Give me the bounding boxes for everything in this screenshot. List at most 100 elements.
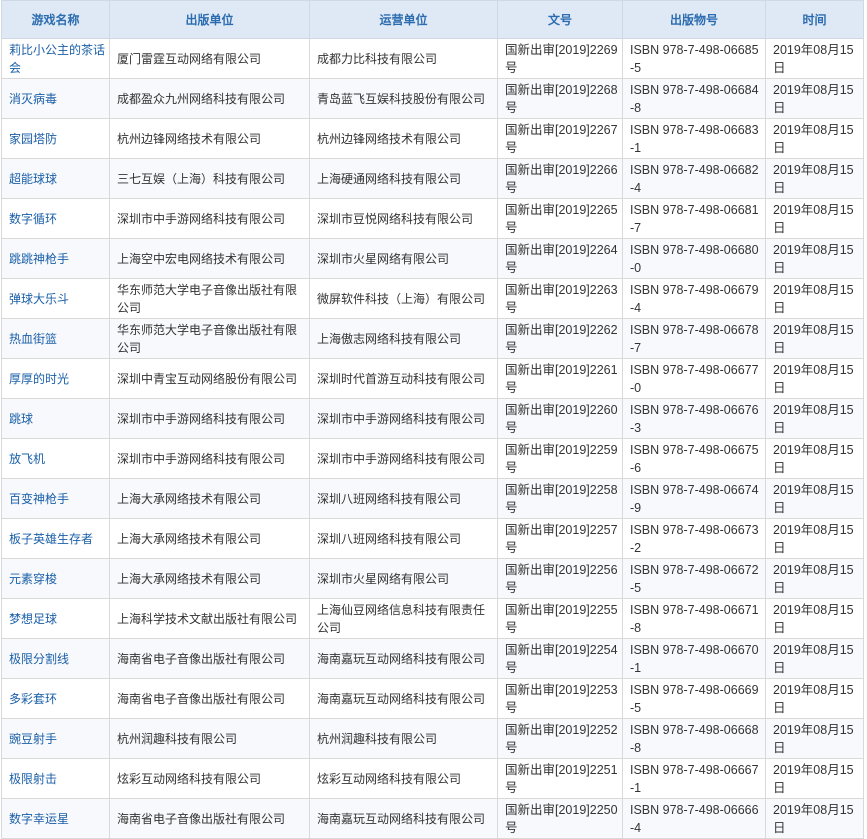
table-row: 家园塔防 杭州边锋网络技术有限公司 杭州边锋网络技术有限公司 国新出审[2019]22… bbox=[1, 118, 864, 159]
game-name-cell[interactable]: 弹球大乐斗 bbox=[1, 278, 110, 319]
game-name-cell[interactable]: 数字循环 bbox=[1, 198, 110, 239]
date-cell: 2019年08月15日 bbox=[765, 478, 864, 519]
game-name-cell[interactable]: 极限射击 bbox=[1, 758, 110, 799]
isbn-cell: ISBN 978-7-498-06680-0 bbox=[622, 238, 766, 279]
approval-number-cell: 国新出审[2019]2265号 bbox=[497, 198, 623, 239]
table-row: 数字循环 深圳市中手游网络科技有限公司 深圳市豆悦网络科技有限公司 国新出审[2019… bbox=[1, 198, 864, 239]
publisher-cell: 炫彩互动网络科技有限公司 bbox=[109, 758, 310, 799]
isbn-cell: ISBN 978-7-498-06681-7 bbox=[622, 198, 766, 239]
header-operator: 运营单位 bbox=[309, 0, 498, 39]
operator-cell: 上海傲志网络科技有限公司 bbox=[309, 318, 498, 359]
date-cell: 2019年08月15日 bbox=[765, 638, 864, 679]
game-name-cell[interactable]: 元素穿梭 bbox=[1, 558, 110, 599]
publisher-cell: 上海大承网络技术有限公司 bbox=[109, 518, 310, 559]
approval-number-cell: 国新出审[2019]2256号 bbox=[497, 558, 623, 599]
isbn-cell: ISBN 978-7-498-06674-9 bbox=[622, 478, 766, 519]
operator-cell: 成都力比科技有限公司 bbox=[309, 38, 498, 79]
isbn-cell: ISBN 978-7-498-06677-0 bbox=[622, 358, 766, 399]
operator-cell: 深圳市豆悦网络科技有限公司 bbox=[309, 198, 498, 239]
publisher-cell: 成都盈众九州网络科技有限公司 bbox=[109, 78, 310, 119]
operator-cell: 杭州边锋网络技术有限公司 bbox=[309, 118, 498, 159]
isbn-cell: ISBN 978-7-498-06683-1 bbox=[622, 118, 766, 159]
operator-cell: 青岛蓝飞互娱科技股份有限公司 bbox=[309, 78, 498, 119]
table-row: 超能球球 三七互娱（上海）科技有限公司 上海硬通网络科技有限公司 国新出审[2019]… bbox=[1, 158, 864, 199]
approval-number-cell: 国新出审[2019]2251号 bbox=[497, 758, 623, 799]
game-name-cell[interactable]: 跳球 bbox=[1, 398, 110, 439]
operator-cell: 深圳时代首游互动科技有限公司 bbox=[309, 358, 498, 399]
publisher-cell: 深圳中青宝互动网络股份有限公司 bbox=[109, 358, 310, 399]
game-name-cell[interactable]: 板子英雄生存者 bbox=[1, 518, 110, 559]
date-cell: 2019年08月15日 bbox=[765, 278, 864, 319]
date-cell: 2019年08月15日 bbox=[765, 238, 864, 279]
game-name-cell[interactable]: 百变神枪手 bbox=[1, 478, 110, 519]
isbn-cell: ISBN 978-7-498-06679-4 bbox=[622, 278, 766, 319]
date-cell: 2019年08月15日 bbox=[765, 598, 864, 639]
publisher-cell: 三七互娱（上海）科技有限公司 bbox=[109, 158, 310, 199]
table-row: 数字幸运星 海南省电子音像出版社有限公司 海南嘉玩互动网络科技有限公司 国新出审[20… bbox=[1, 798, 864, 839]
publisher-cell: 上海科学技术文献出版社有限公司 bbox=[109, 598, 310, 639]
table-row: 极限射击 炫彩互动网络科技有限公司 炫彩互动网络科技有限公司 国新出审[2019]22… bbox=[1, 758, 864, 799]
approval-number-cell: 国新出审[2019]2260号 bbox=[497, 398, 623, 439]
isbn-cell: ISBN 978-7-498-06675-6 bbox=[622, 438, 766, 479]
game-name-cell[interactable]: 豌豆射手 bbox=[1, 718, 110, 759]
isbn-cell: ISBN 978-7-498-06672-5 bbox=[622, 558, 766, 599]
table-row: 跳球 深圳市中手游网络科技有限公司 深圳市中手游网络科技有限公司 国新出审[2019]… bbox=[1, 398, 864, 439]
publisher-cell: 华东师范大学电子音像出版社有限公司 bbox=[109, 318, 310, 359]
table-row: 豌豆射手 杭州润趣科技有限公司 杭州润趣科技有限公司 国新出审[2019]2252号 I… bbox=[1, 718, 864, 759]
approval-number-cell: 国新出审[2019]2257号 bbox=[497, 518, 623, 559]
approval-number-cell: 国新出审[2019]2261号 bbox=[497, 358, 623, 399]
isbn-cell: ISBN 978-7-498-06668-8 bbox=[622, 718, 766, 759]
date-cell: 2019年08月15日 bbox=[765, 158, 864, 199]
operator-cell: 炫彩互动网络科技有限公司 bbox=[309, 758, 498, 799]
game-name-cell[interactable]: 跳跳神枪手 bbox=[1, 238, 110, 279]
header-publisher: 出版单位 bbox=[109, 0, 310, 39]
header-game-name: 游戏名称 bbox=[1, 0, 110, 39]
date-cell: 2019年08月15日 bbox=[765, 758, 864, 799]
table-row: 弹球大乐斗 华东师范大学电子音像出版社有限公司 微屏软件科技（上海）有限公司 国新出审… bbox=[1, 278, 864, 319]
date-cell: 2019年08月15日 bbox=[765, 78, 864, 119]
approval-number-cell: 国新出审[2019]2263号 bbox=[497, 278, 623, 319]
game-name-cell[interactable]: 数字幸运星 bbox=[1, 798, 110, 839]
game-name-cell[interactable]: 家园塔防 bbox=[1, 118, 110, 159]
date-cell: 2019年08月15日 bbox=[765, 518, 864, 559]
operator-cell: 深圳八班网络科技有限公司 bbox=[309, 478, 498, 519]
operator-cell: 海南嘉玩互动网络科技有限公司 bbox=[309, 638, 498, 679]
approval-number-cell: 国新出审[2019]2266号 bbox=[497, 158, 623, 199]
isbn-cell: ISBN 978-7-498-06685-5 bbox=[622, 38, 766, 79]
table-row: 梦想足球 上海科学技术文献出版社有限公司 上海仙豆网络信息科技有限责任公司 国新出审[… bbox=[1, 598, 864, 639]
game-name-cell[interactable]: 热血街篮 bbox=[1, 318, 110, 359]
isbn-cell: ISBN 978-7-498-06678-7 bbox=[622, 318, 766, 359]
game-name-cell[interactable]: 梦想足球 bbox=[1, 598, 110, 639]
header-approval-number: 文号 bbox=[497, 0, 623, 39]
table-row: 元素穿梭 上海大承网络技术有限公司 深圳市火星网络有限公司 国新出审[2019]225… bbox=[1, 558, 864, 599]
operator-cell: 上海硬通网络科技有限公司 bbox=[309, 158, 498, 199]
publisher-cell: 海南省电子音像出版社有限公司 bbox=[109, 638, 310, 679]
operator-cell: 深圳八班网络科技有限公司 bbox=[309, 518, 498, 559]
publisher-cell: 上海空中宏电网络技术有限公司 bbox=[109, 238, 310, 279]
isbn-cell: ISBN 978-7-498-06667-1 bbox=[622, 758, 766, 799]
table-header-row: 游戏名称 出版单位 运营单位 文号 出版物号 时间 bbox=[1, 0, 864, 39]
table-body: 莉比小公主的茶话会 厦门雷霆互动网络有限公司 成都力比科技有限公司 国新出审[2019… bbox=[1, 38, 864, 839]
game-name-cell[interactable]: 极限分割线 bbox=[1, 638, 110, 679]
operator-cell: 深圳市火星网络有限公司 bbox=[309, 238, 498, 279]
approval-number-cell: 国新出审[2019]2255号 bbox=[497, 598, 623, 639]
table-row: 百变神枪手 上海大承网络技术有限公司 深圳八班网络科技有限公司 国新出审[2019]2… bbox=[1, 478, 864, 519]
approval-number-cell: 国新出审[2019]2254号 bbox=[497, 638, 623, 679]
publisher-cell: 海南省电子音像出版社有限公司 bbox=[109, 798, 310, 839]
publisher-cell: 厦门雷霆互动网络有限公司 bbox=[109, 38, 310, 79]
publisher-cell: 上海大承网络技术有限公司 bbox=[109, 478, 310, 519]
game-name-cell[interactable]: 放飞机 bbox=[1, 438, 110, 479]
table-row: 板子英雄生存者 上海大承网络技术有限公司 深圳八班网络科技有限公司 国新出审[2019… bbox=[1, 518, 864, 559]
operator-cell: 微屏软件科技（上海）有限公司 bbox=[309, 278, 498, 319]
game-name-cell[interactable]: 厚厚的时光 bbox=[1, 358, 110, 399]
table-row: 消灭病毒 成都盈众九州网络科技有限公司 青岛蓝飞互娱科技股份有限公司 国新出审[201… bbox=[1, 78, 864, 119]
publisher-cell: 华东师范大学电子音像出版社有限公司 bbox=[109, 278, 310, 319]
approval-number-cell: 国新出审[2019]2253号 bbox=[497, 678, 623, 719]
approval-number-cell: 国新出审[2019]2269号 bbox=[497, 38, 623, 79]
game-name-cell[interactable]: 多彩套环 bbox=[1, 678, 110, 719]
game-name-cell[interactable]: 消灭病毒 bbox=[1, 78, 110, 119]
game-name-cell[interactable]: 莉比小公主的茶话会 bbox=[1, 38, 110, 79]
approval-number-cell: 国新出审[2019]2259号 bbox=[497, 438, 623, 479]
publisher-cell: 上海大承网络技术有限公司 bbox=[109, 558, 310, 599]
game-name-cell[interactable]: 超能球球 bbox=[1, 158, 110, 199]
